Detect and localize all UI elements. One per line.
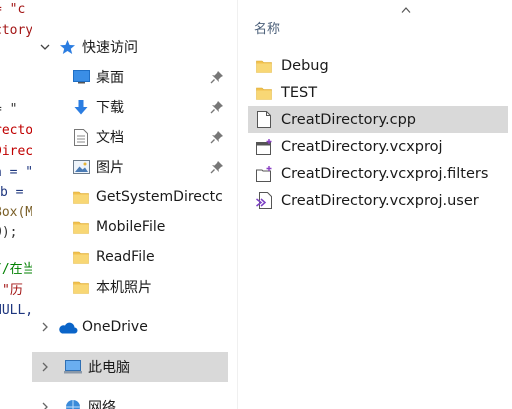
nav-item-label: 本机照片 — [96, 280, 152, 296]
document-icon — [72, 128, 90, 146]
nav-item-desktop[interactable]: 桌面 — [32, 62, 228, 92]
file-name: TEST — [281, 84, 318, 101]
chevron-down-icon[interactable] — [38, 40, 52, 54]
code-line: Box(M — [0, 205, 33, 220]
download-icon — [72, 98, 90, 116]
nav-item-documents[interactable]: 文档 — [32, 122, 228, 152]
filters-file-icon — [255, 165, 273, 183]
code-line: a = " — [0, 165, 33, 180]
nav-item-label: GetSystemDirectc — [96, 189, 223, 205]
file-name: CreatDirectory.cpp — [281, 111, 417, 128]
network-icon — [64, 398, 82, 409]
file-list: 名称 Debug TEST CreatDirectory.cpp CreatDi — [248, 0, 512, 409]
pin-icon[interactable] — [210, 100, 224, 114]
nav-item-getsystemdirectory[interactable]: GetSystemDirectc — [32, 182, 228, 212]
sort-caret-icon[interactable] — [401, 6, 411, 14]
nav-item-label: 快速访问 — [82, 40, 138, 56]
nav-item-label: OneDrive — [82, 319, 148, 335]
file-row-user[interactable]: CreatDirectory.vcxproj.user — [248, 187, 508, 214]
code-line: 0); — [0, 225, 18, 240]
code-editor-background: = "c ctory = " rectory Direc a = " b = B… — [0, 0, 33, 409]
code-line: NULL, — [0, 303, 33, 318]
code-line: //在当 — [0, 262, 32, 277]
user-file-icon — [255, 192, 273, 210]
pictures-icon — [72, 158, 90, 176]
pin-icon[interactable] — [210, 70, 224, 84]
desktop-icon — [72, 68, 90, 86]
nav-onedrive[interactable]: OneDrive — [32, 312, 228, 342]
pin-icon[interactable] — [210, 130, 224, 144]
star-icon — [58, 38, 76, 56]
nav-quick-access[interactable]: 快速访问 — [32, 32, 228, 62]
nav-item-pictures[interactable]: 图片 — [32, 152, 228, 182]
cloud-icon — [58, 318, 78, 336]
code-line: b = — [0, 185, 24, 200]
nav-item-readfile[interactable]: ReadFile — [32, 242, 228, 272]
pane-splitter[interactable] — [228, 0, 248, 409]
file-row-vcxproj[interactable]: CreatDirectory.vcxproj — [248, 133, 508, 160]
folder-icon — [72, 188, 90, 206]
code-line: rectory — [0, 123, 33, 138]
file-row-test[interactable]: TEST — [248, 79, 508, 106]
nav-item-label: MobileFile — [96, 219, 166, 235]
folder-icon — [72, 218, 90, 236]
file-name: Debug — [281, 57, 329, 74]
file-name: CreatDirectory.vcxproj.user — [281, 192, 479, 209]
nav-item-label: 桌面 — [96, 70, 124, 86]
column-header-name[interactable]: 名称 — [254, 18, 280, 37]
nav-item-label: 此电脑 — [88, 360, 130, 376]
computer-icon — [64, 358, 82, 376]
vcxproj-file-icon — [255, 138, 273, 156]
cpp-file-icon — [255, 111, 273, 129]
nav-item-label: ReadFile — [96, 249, 155, 265]
chevron-right-icon[interactable] — [38, 400, 52, 409]
file-row-filters[interactable]: CreatDirectory.vcxproj.filters — [248, 160, 508, 187]
code-line: = "c — [0, 2, 26, 17]
nav-item-label: 下载 — [96, 100, 124, 116]
chevron-right-icon[interactable] — [38, 360, 52, 374]
folder-icon — [72, 248, 90, 266]
file-row-cpp[interactable]: CreatDirectory.cpp — [248, 106, 508, 133]
file-row-debug[interactable]: Debug — [248, 52, 508, 79]
code-line: ctory — [0, 23, 33, 38]
nav-network[interactable]: 网络 — [32, 392, 228, 409]
chevron-right-icon[interactable] — [38, 320, 52, 334]
nav-item-local-photos[interactable]: 本机照片 — [32, 272, 228, 302]
folder-icon — [72, 278, 90, 296]
nav-item-downloads[interactable]: 下载 — [32, 92, 228, 122]
nav-this-pc[interactable]: 此电脑 — [32, 352, 228, 382]
nav-item-label: 网络 — [88, 400, 116, 409]
code-line: = " — [0, 102, 18, 117]
folder-icon — [255, 84, 273, 102]
file-explorer-window: 快速访问 桌面 下载 文档 图片 GetSystemDirectc Mobile… — [32, 0, 512, 409]
nav-item-label: 文档 — [96, 130, 124, 146]
nav-item-label: 图片 — [96, 160, 124, 176]
navigation-pane: 快速访问 桌面 下载 文档 图片 GetSystemDirectc Mobile… — [32, 0, 228, 409]
folder-icon — [255, 57, 273, 75]
file-name: CreatDirectory.vcxproj.filters — [281, 165, 489, 182]
code-line: "历 — [2, 283, 23, 298]
pin-icon[interactable] — [210, 160, 224, 174]
code-line: Direc — [0, 144, 33, 159]
nav-item-mobilefile[interactable]: MobileFile — [32, 212, 228, 242]
file-name: CreatDirectory.vcxproj — [281, 138, 443, 155]
